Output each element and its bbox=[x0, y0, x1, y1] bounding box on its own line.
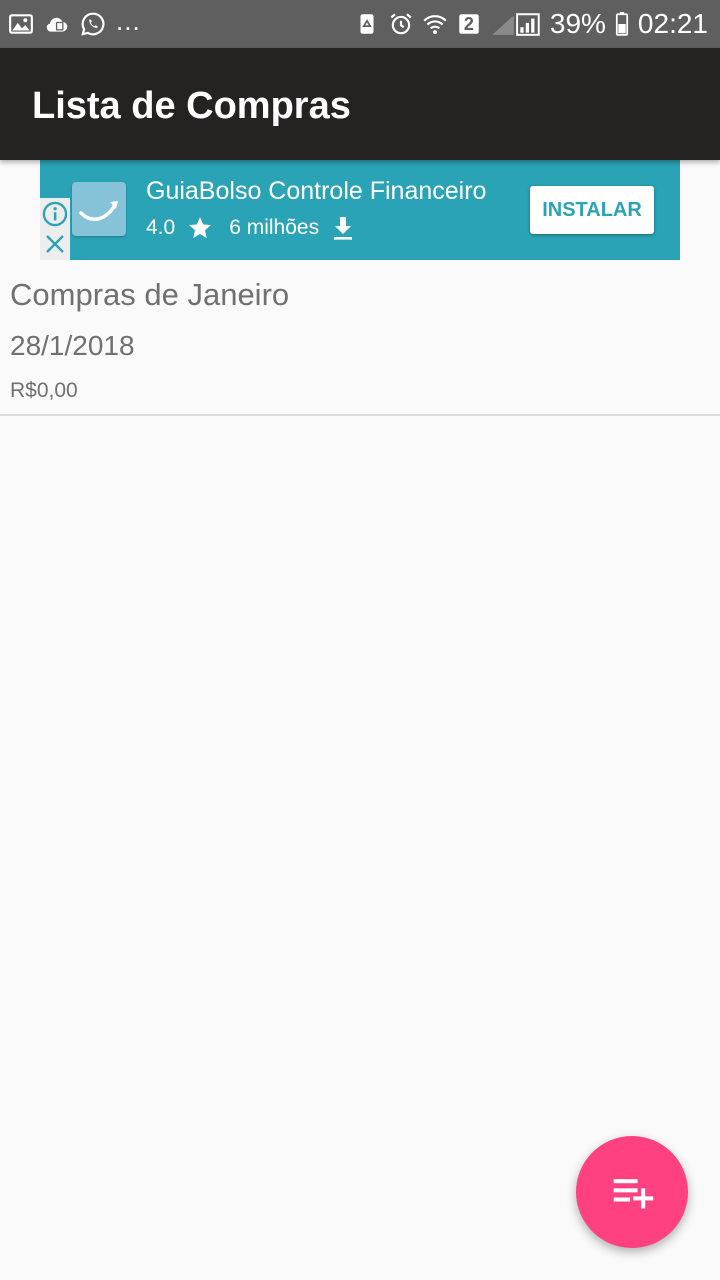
ad-banner[interactable]: GuiaBolso Controle Financeiro 4.0 6 milh… bbox=[40, 160, 680, 260]
sim2-badge-icon: 2 bbox=[456, 11, 482, 37]
clock: 02:21 bbox=[637, 8, 708, 39]
list-divider bbox=[0, 414, 720, 416]
app-logo-icon[interactable] bbox=[72, 182, 126, 236]
wifi-icon bbox=[422, 11, 448, 37]
close-icon[interactable] bbox=[43, 232, 67, 256]
info-icon[interactable] bbox=[41, 200, 69, 228]
add-list-button[interactable] bbox=[576, 1136, 688, 1248]
install-button[interactable]: INSTALAR bbox=[530, 186, 654, 234]
sim-badge-label: 2 bbox=[463, 14, 474, 34]
cloud-sync-icon bbox=[44, 11, 70, 37]
recycle-icon bbox=[354, 11, 380, 37]
page-title: Lista de Compras bbox=[32, 85, 351, 127]
shopping-list-item[interactable]: Compras de Janeiro 28/1/2018 R$0,00 bbox=[0, 260, 720, 414]
gallery-icon bbox=[8, 11, 34, 37]
alarm-icon bbox=[388, 11, 414, 37]
add-list-icon bbox=[613, 1179, 654, 1209]
status-bar-notifications: ... bbox=[8, 8, 141, 40]
list-name: Compras de Janeiro bbox=[10, 277, 290, 312]
whatsapp-icon bbox=[80, 11, 106, 37]
ad-choices bbox=[40, 198, 70, 260]
list-total: R$0,00 bbox=[10, 379, 78, 402]
battery-percentage: 39% bbox=[549, 8, 606, 39]
status-bar-system: 2 39% 02:21 bbox=[354, 8, 708, 40]
ad-app-name[interactable]: GuiaBolso Controle Financeiro bbox=[146, 176, 486, 206]
ad-app-stats: 4.0 6 milhões bbox=[146, 214, 355, 242]
ad-rating: 4.0 bbox=[146, 216, 176, 239]
download-icon bbox=[334, 217, 353, 240]
more-notifications-indicator: ... bbox=[116, 6, 141, 36]
list-date: 28/1/2018 bbox=[10, 330, 135, 361]
star-icon bbox=[189, 217, 212, 238]
battery-icon bbox=[614, 11, 630, 37]
ad-downloads: 6 milhões bbox=[229, 216, 320, 239]
status-bar: ... 2 39% 02:21 bbox=[0, 0, 720, 48]
app-bar: Lista de Compras bbox=[0, 48, 720, 160]
signal-icon bbox=[490, 11, 542, 37]
